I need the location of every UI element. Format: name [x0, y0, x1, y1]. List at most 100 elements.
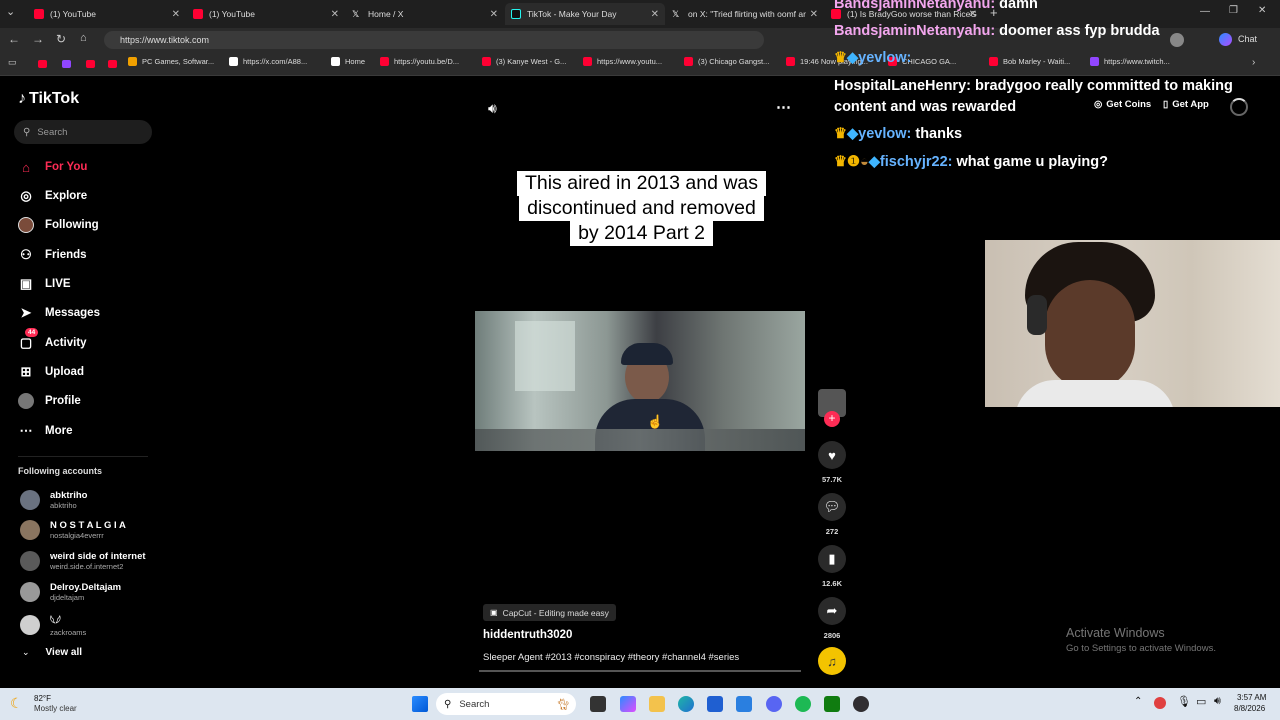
collections-icon[interactable]: ▭ — [8, 57, 17, 68]
nav-messages[interactable]: ➤ Messages — [18, 305, 100, 321]
nav-label: Profile — [45, 395, 81, 407]
save-button[interactable]: ▮ 12.6K — [818, 545, 846, 588]
account-item[interactable]: 𓆩𓆪 zackroams — [20, 612, 86, 637]
taskbar-search[interactable]: ⚲ Search 🐈︎ — [436, 693, 576, 715]
store-icon[interactable] — [707, 696, 723, 712]
chevron-right-icon[interactable]: › — [1252, 57, 1255, 68]
bookmark-item[interactable]: Home — [331, 57, 365, 66]
maximize-icon[interactable]: ❐ — [1229, 5, 1238, 16]
task-view-icon[interactable] — [590, 696, 606, 712]
like-button[interactable]: ♥ 57.7K — [818, 441, 846, 484]
nav-profile[interactable]: Profile — [18, 393, 81, 409]
close-icon[interactable]: ✕ — [810, 9, 818, 20]
tab-tiktok[interactable]: TikTok - Make Your Day ✕ — [505, 3, 665, 25]
close-icon[interactable]: ✕ — [490, 9, 498, 20]
share-button[interactable]: ➦ 2806 — [818, 597, 846, 640]
view-all-link[interactable]: ⌄ View all — [22, 647, 82, 658]
bookmark-item[interactable]: PC Games, Softwar... — [128, 57, 214, 66]
tab-actions-chevron-icon[interactable]: ⌄ — [6, 5, 15, 18]
refresh-icon[interactable]: ↻ — [56, 32, 66, 46]
file-explorer-icon[interactable] — [649, 696, 665, 712]
get-coins-button[interactable]: ◎ Get Coins — [1094, 99, 1151, 110]
tiktok-logo[interactable]: ♪ TikTok — [18, 90, 79, 108]
bookmark-item[interactable]: https://www.twitch... — [1090, 57, 1170, 66]
nav-label: Messages — [45, 307, 100, 319]
sound-disc-button[interactable]: ♫ — [818, 647, 846, 675]
search-input[interactable]: ⚲ Search — [14, 120, 152, 144]
tab-youtube-2[interactable]: (1) YouTube ✕ — [187, 3, 345, 25]
account-item[interactable]: weird side of internet weird.side.of.inte… — [20, 551, 146, 571]
obs-icon[interactable] — [853, 696, 869, 712]
youtube-bookmark-icon[interactable] — [108, 60, 117, 68]
bookmark-item[interactable]: (3) Chicago Gangst... — [684, 57, 769, 66]
account-item[interactable]: abktriho abktriho — [20, 490, 87, 510]
bookmark-label: Home — [345, 57, 366, 66]
bookmark-item[interactable]: Bob Marley - Waiti... — [989, 57, 1070, 66]
clock-time[interactable]: 3:57 AM — [1237, 693, 1266, 702]
profile-avatar[interactable] — [1170, 33, 1184, 47]
close-icon[interactable]: ✕ — [172, 9, 180, 20]
bookmark-item[interactable]: https://www.youtu... — [583, 57, 662, 66]
twitch-bookmark-icon[interactable] — [62, 60, 71, 68]
tray-app-icon[interactable] — [1154, 697, 1166, 709]
copilot-icon[interactable] — [1219, 33, 1232, 46]
tab-x-post[interactable]: 𝕏 on X: "Tried flirting with oomf ar ✕ — [666, 3, 824, 25]
nav-following[interactable]: Following — [18, 217, 99, 233]
account-item[interactable]: Delroy.Deltajam djdeltajam — [20, 582, 121, 602]
copilot-app-icon[interactable] — [620, 696, 636, 712]
nav-for-you[interactable]: ⌂ For You — [18, 159, 87, 175]
spotify-icon[interactable] — [795, 696, 811, 712]
xbox-icon[interactable] — [824, 696, 840, 712]
weather-temp[interactable]: 82°F — [34, 694, 51, 703]
nav-more[interactable]: ⋯ More — [18, 423, 73, 439]
creator-avatar-button[interactable]: + — [818, 389, 846, 433]
tiktok-favicon-icon — [511, 9, 521, 19]
youtube-bookmark-icon[interactable] — [38, 60, 47, 68]
weather-icon[interactable]: ☾ — [10, 695, 23, 712]
edge-browser-icon[interactable] — [678, 696, 694, 712]
tab-youtube-1[interactable]: (1) YouTube ✕ — [28, 3, 186, 25]
network-icon[interactable]: ▭ — [1196, 695, 1206, 708]
home-button-icon[interactable]: ⌂ — [80, 32, 87, 44]
video-progress-bar[interactable] — [479, 670, 801, 672]
url-field[interactable]: https://www.tiktok.com — [104, 31, 764, 49]
youtube-bookmark-icon[interactable] — [86, 60, 95, 68]
nav-friends[interactable]: ⚇ Friends — [18, 247, 86, 263]
clock-date[interactable]: 8/8/2026 — [1234, 704, 1265, 713]
tab-x-home[interactable]: 𝕏 Home / X ✕ — [346, 3, 504, 25]
get-app-button[interactable]: ▯ Get App — [1163, 99, 1209, 110]
close-icon[interactable]: ✕ — [331, 9, 339, 20]
back-icon[interactable]: ← — [8, 32, 20, 46]
bookmark-item[interactable]: https://x.com/A88... — [229, 57, 307, 66]
bookmark-item[interactable]: https://youtu.be/D... — [380, 57, 459, 66]
search-highlight-icon: 🐈︎ — [556, 698, 570, 711]
minimize-icon[interactable]: — — [1200, 6, 1210, 17]
tray-chevron-icon[interactable]: ⌃ — [1134, 696, 1142, 707]
video-frame[interactable]: ☝ — [475, 311, 805, 451]
volume-tray-icon[interactable]: 🔊︎ — [1214, 695, 1221, 708]
nav-live[interactable]: ▣ LIVE — [18, 276, 71, 292]
windows-start-icon[interactable] — [412, 696, 428, 712]
comment-button[interactable]: 💬︎ 272 — [818, 493, 846, 536]
nav-explore[interactable]: ◎ Explore — [18, 188, 87, 204]
discord-icon[interactable] — [766, 696, 782, 712]
more-options-icon[interactable]: ⋯ — [776, 98, 791, 116]
nav-upload[interactable]: ⊞ Upload — [18, 364, 84, 380]
weather-desc[interactable]: Mostly clear — [34, 704, 77, 713]
close-icon[interactable]: ✕ — [651, 9, 659, 20]
bookmark-item[interactable]: (3) Kanye West - G... — [482, 57, 566, 66]
capcut-tag[interactable]: ▣ CapCut - Editing made easy — [483, 604, 616, 621]
get-app-label: Get App — [1172, 99, 1209, 110]
forward-icon[interactable]: → — [32, 32, 44, 46]
window-close-icon[interactable]: ✕ — [1258, 5, 1266, 16]
account-item[interactable]: N O S T A L G I Anostalgia4everrr — [20, 520, 126, 540]
video-description[interactable]: Sleeper Agent #2013 #conspiracy #theory … — [483, 652, 739, 663]
microphone-icon[interactable]: 🎙︎ — [1177, 695, 1191, 708]
volume-icon[interactable]: 🔊︎ — [488, 100, 497, 117]
video-author[interactable]: hiddentruth3020 — [483, 629, 572, 641]
chat-message: HospitalLaneHenry: bradygoo really commi… — [834, 78, 1233, 94]
follow-plus-icon[interactable]: + — [824, 411, 840, 427]
chat-button[interactable]: Chat — [1238, 34, 1257, 44]
mail-icon[interactable] — [736, 696, 752, 712]
nav-activity[interactable]: ▢ 44 Activity — [18, 328, 87, 351]
